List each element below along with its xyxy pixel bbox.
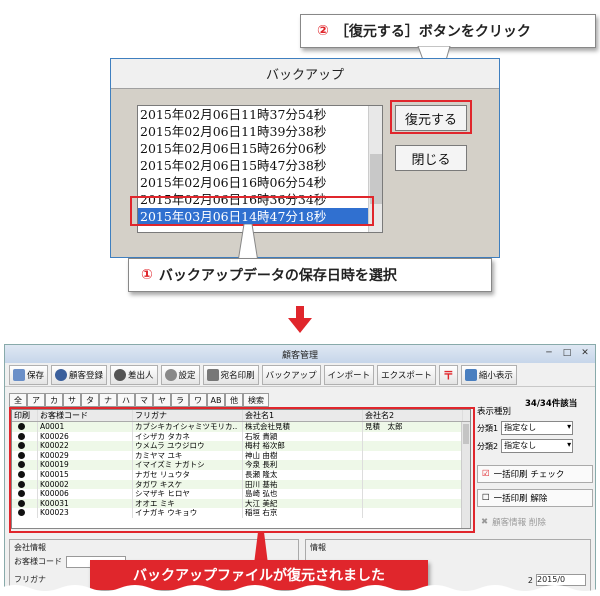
chevron-down-icon: ▾: [567, 440, 572, 449]
address-print-button[interactable]: 宛名印刷: [202, 364, 259, 385]
down-arrow-icon: [288, 306, 312, 333]
step2-text: ［復元する］ボタンをクリック: [334, 24, 531, 40]
list-item[interactable]: 2015年02月06日15時26分06秒: [138, 140, 382, 157]
table-highlight: [9, 407, 475, 533]
step2-number: ②: [317, 23, 329, 39]
dialog-title: バックアップ: [111, 59, 499, 89]
index-tabs: 全 ア カ サ タ ナ ハ マ ヤ ラ ワ AB 他 検索: [9, 393, 269, 407]
cat2-label: 分類2: [477, 441, 499, 451]
cat1-select[interactable]: 指定なし ▾: [501, 421, 574, 435]
customer-manager-window: 顧客管理 ─ □ ✕ 保存 顧客登録 差出人 設定 宛名印刷 バックアップ イン…: [4, 344, 596, 596]
right-panel: 表示種別 分類1 指定なし ▾ 分類2 指定なし ▾ ☑ 一括印刷 チェック ☐ 一括印…: [477, 397, 593, 531]
save-button[interactable]: 保存: [9, 364, 49, 385]
step1-number: ①: [141, 267, 153, 283]
tab-ra[interactable]: ラ: [171, 393, 189, 407]
gear-icon: [164, 368, 177, 381]
delete-customer-button[interactable]: ✖ 顧客情報 削除: [477, 513, 593, 531]
minimize-icon[interactable]: ─: [541, 347, 557, 360]
cat1-label: 分類1: [477, 423, 499, 433]
step1-callout: ① バックアップデータの保存日時を選択: [128, 258, 492, 292]
person-remove-icon: ✖: [481, 517, 489, 527]
list-item[interactable]: 2015年02月06日15時47分38秒: [138, 157, 382, 174]
chevron-down-icon: ▾: [567, 422, 572, 431]
tab-ka[interactable]: カ: [45, 393, 63, 407]
tab-sa[interactable]: サ: [63, 393, 81, 407]
step1-text: バックアップデータの保存日時を選択: [158, 268, 397, 284]
export-button[interactable]: エクスポート: [377, 364, 436, 385]
info-label: 情報: [310, 543, 326, 552]
maximize-icon[interactable]: □: [559, 347, 575, 360]
list-item[interactable]: 2015年02月06日16時06分54秒: [138, 174, 382, 191]
sender-button[interactable]: 差出人: [110, 364, 158, 385]
backup-button[interactable]: バックアップ: [261, 364, 321, 385]
customer-code-label: お客様コード: [14, 557, 62, 566]
tab-wa[interactable]: ワ: [189, 393, 207, 407]
tab-ab[interactable]: AB: [207, 393, 225, 407]
step2-callout: ② ［復元する］ボタンをクリック: [300, 14, 596, 48]
selection-highlight: [130, 196, 374, 226]
person-icon: [55, 368, 68, 381]
close-icon[interactable]: ✕: [577, 347, 593, 360]
cat2-select[interactable]: 指定なし ▾: [501, 439, 574, 453]
checkbox-icon: ☑: [482, 469, 490, 479]
tab-a[interactable]: ア: [27, 393, 45, 407]
close-button[interactable]: 閉じる: [395, 145, 467, 171]
tab-na[interactable]: ナ: [99, 393, 117, 407]
settings-button[interactable]: 設定: [160, 364, 200, 385]
compact-view-button[interactable]: 縮小表示: [460, 364, 517, 385]
window-title-bar: 顧客管理 ─ □ ✕: [5, 345, 595, 363]
bulk-clear-button[interactable]: ☐ 一括印刷 解除: [477, 489, 593, 507]
window-title: 顧客管理: [281, 350, 318, 361]
torn-edge: [0, 585, 600, 596]
customer-register-button[interactable]: 顧客登録: [51, 364, 108, 385]
checkbox-icon: ☐: [482, 493, 490, 503]
toolbar: 保存 顧客登録 差出人 設定 宛名印刷 バックアップ インポート エクスポート …: [5, 363, 595, 387]
window-icon: [464, 368, 477, 381]
tab-search[interactable]: 検索: [243, 393, 269, 407]
printer-icon: [206, 368, 219, 381]
import-button[interactable]: インポート: [323, 364, 375, 385]
tab-other[interactable]: 他: [225, 393, 243, 407]
backup-dialog: バックアップ 2015年02月06日11時37分54秒 2015年02月06日1…: [110, 58, 500, 258]
bulk-check-button[interactable]: ☑ 一括印刷 チェック: [477, 465, 593, 483]
restore-highlight: [390, 100, 472, 134]
tab-ma[interactable]: マ: [135, 393, 153, 407]
display-type-label: 表示種別: [477, 407, 512, 417]
list-item[interactable]: 2015年02月06日11時37分54秒: [138, 106, 382, 123]
list-item[interactable]: 2015年02月06日11時39分38秒: [138, 123, 382, 140]
person-icon: [114, 368, 127, 381]
postal-button[interactable]: 〒: [438, 364, 458, 385]
tab-all[interactable]: 全: [9, 393, 27, 407]
save-icon: [13, 368, 25, 381]
tab-ya[interactable]: ヤ: [153, 393, 171, 407]
tab-ta[interactable]: タ: [81, 393, 99, 407]
tab-ha[interactable]: ハ: [117, 393, 135, 407]
